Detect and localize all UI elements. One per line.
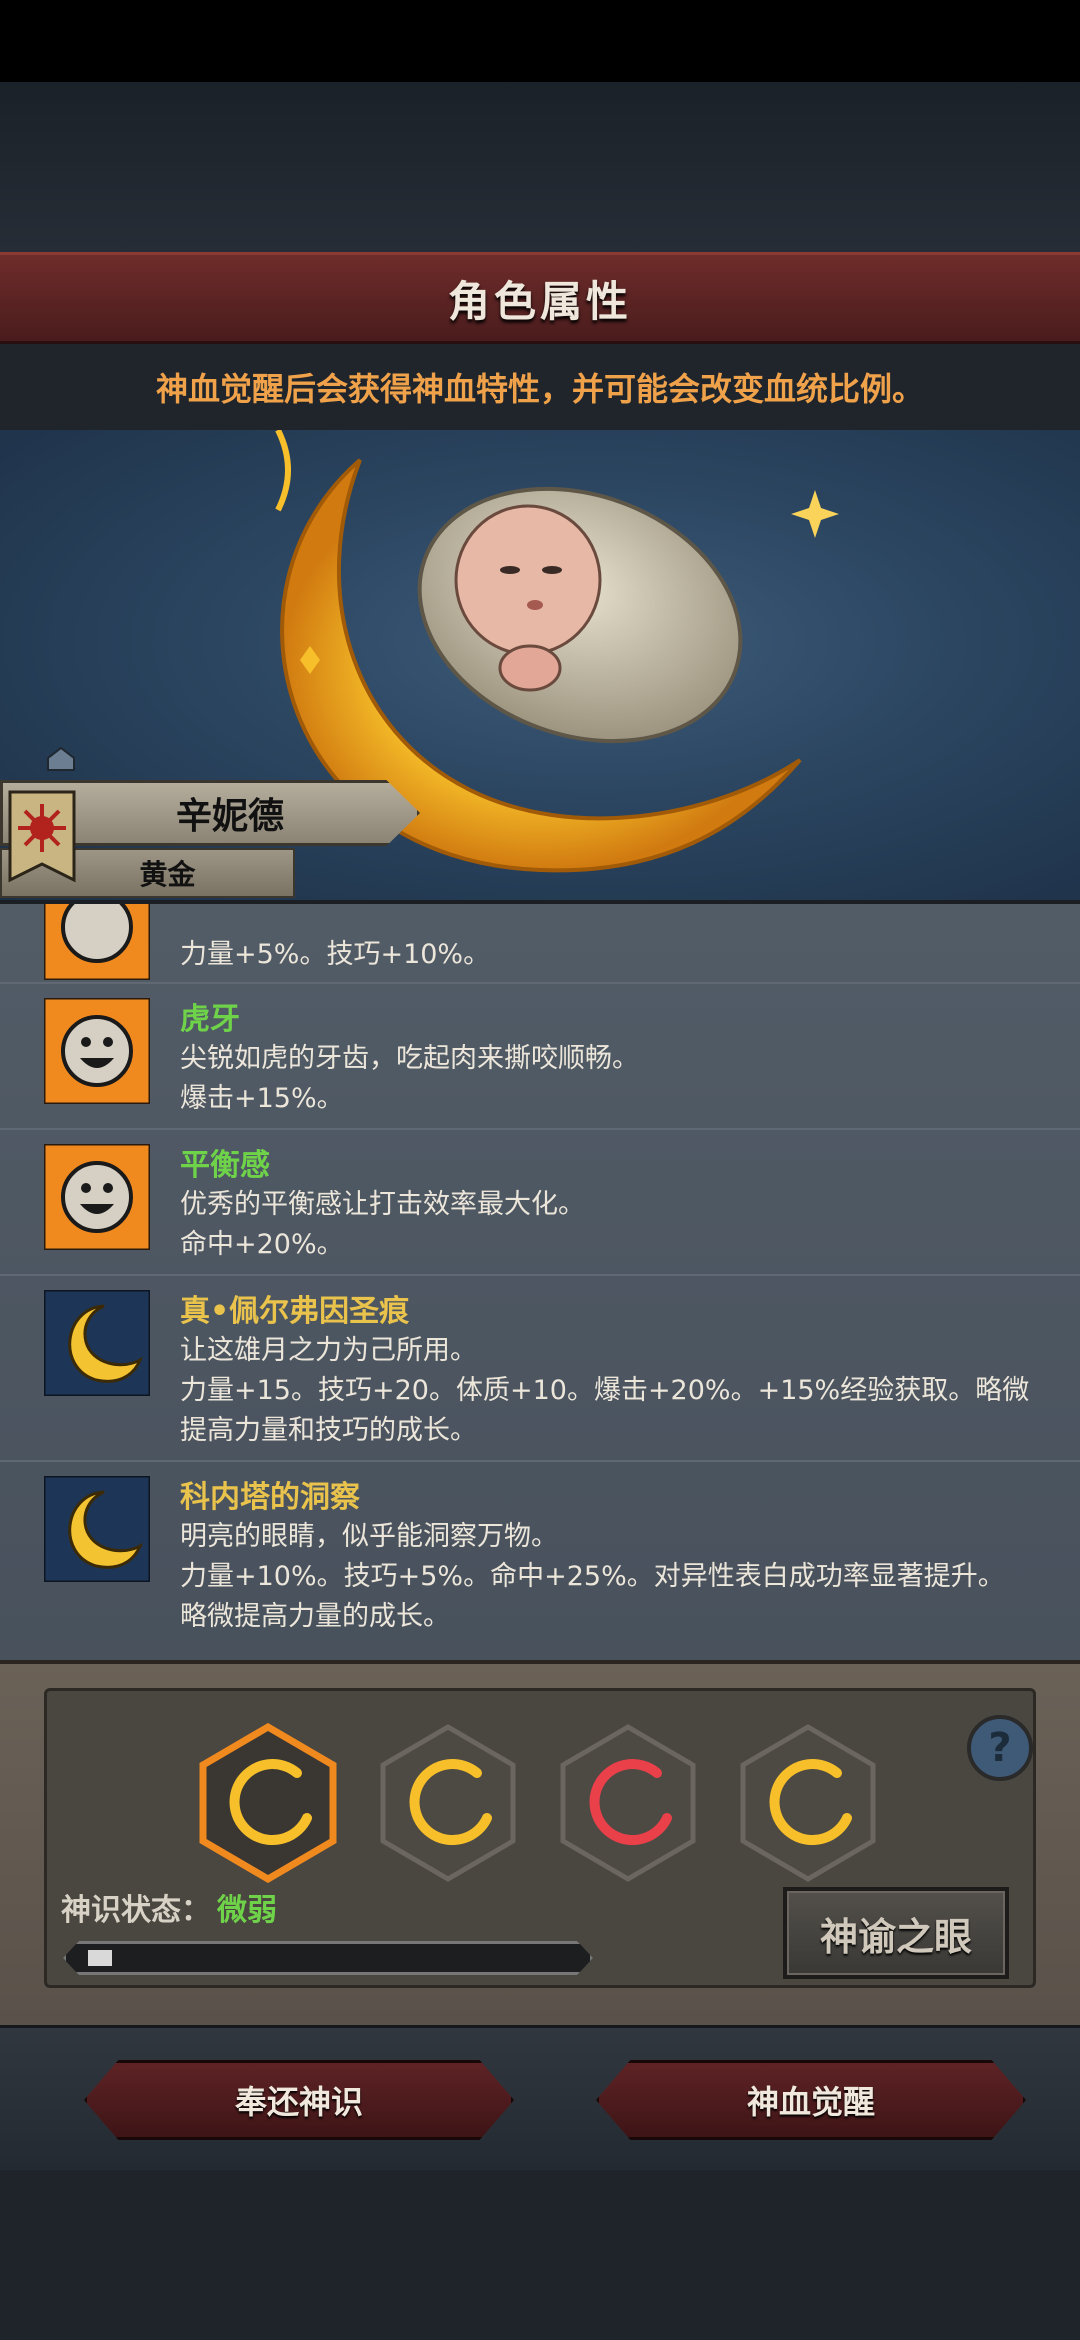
trait-name: 平衡感 <box>180 1148 270 1183</box>
blood-awaken-button[interactable]: 神血觉醒 <box>596 2060 1026 2140</box>
character-rank: 黄金 <box>139 858 196 891</box>
subtitle-bar: 神血觉醒后会获得神血特性，并可能会改变血统比例。 <box>0 344 1080 430</box>
oracle-eye-label: 神谕之眼 <box>819 1914 972 1959</box>
awaken-label: 神血觉醒 <box>746 2083 875 2121</box>
trait-line: 提高力量和技巧的成长。 <box>180 1415 477 1446</box>
moon-icon <box>44 1290 150 1396</box>
awareness-progress-bar <box>63 1941 593 1975</box>
sun-face-icon <box>44 1144 150 1250</box>
bottom-background <box>0 2170 1080 2340</box>
awakening-panel: ? 神识状态： 微弱 神谕之眼 <box>0 1660 1080 2025</box>
trait-line: 力量+10%。技巧+5%。命中+25%。对异性表白成功率显著提升。 <box>180 1561 1005 1592</box>
top-background <box>0 82 1080 252</box>
trait-line: 力量+15。技巧+20。体质+10。爆击+20%。+15%经验获取。略微 <box>180 1375 1030 1406</box>
trait-item-1[interactable]: 虎牙 尖锐如虎的牙齿，吃起肉来撕咬顺畅。 爆击+15%。 <box>0 984 1080 1130</box>
crescent-slot-3[interactable] <box>557 1723 699 1883</box>
status-bar <box>0 0 1080 82</box>
help-button[interactable]: ? <box>967 1715 1033 1781</box>
trait-line: 略微提高力量的成长。 <box>180 1601 450 1632</box>
trait-item-4[interactable]: 科内塔的洞察 明亮的眼睛，似乎能洞察万物。 力量+10%。技巧+5%。命中+25… <box>0 1462 1080 1660</box>
page-subtitle: 神血觉醒后会获得神血特性，并可能会改变血统比例。 <box>155 370 924 408</box>
trait-item-0: 力量+5%。技巧+10%。 <box>0 904 1080 984</box>
character-name: 辛妮德 <box>175 796 284 837</box>
crescent-slot-4[interactable] <box>737 1723 879 1883</box>
crescent-slot-1[interactable] <box>197 1723 339 1883</box>
status-value: 微弱 <box>217 1893 277 1928</box>
sun-banner-icon <box>8 790 76 883</box>
moon-icon <box>44 1476 150 1582</box>
footer-actions: 奉还神识 神血觉醒 <box>0 2025 1080 2170</box>
oracle-eye-button[interactable]: 神谕之眼 <box>783 1887 1009 1979</box>
return-divine-sense-button[interactable]: 奉还神识 <box>84 2060 514 2140</box>
trait-line: 优秀的平衡感让打击效率最大化。 <box>180 1189 585 1220</box>
trait-item-3[interactable]: 真•佩尔弗因圣痕 让这雄月之力为己所用。 力量+15。技巧+20。体质+10。爆… <box>0 1276 1080 1462</box>
lock-pin-icon <box>47 746 75 771</box>
trait-name: 科内塔的洞察 <box>180 1480 360 1515</box>
trait-line: 让这雄月之力为己所用。 <box>180 1335 477 1366</box>
title-banner: 角色属性 <box>0 252 1080 344</box>
trait-name: 真•佩尔弗因圣痕 <box>180 1294 410 1329</box>
trait-list[interactable]: 力量+5%。技巧+10%。 虎牙 尖锐如虎的牙齿，吃起肉来撕咬顺畅。 爆击+15… <box>0 900 1080 1660</box>
trait-name: 虎牙 <box>180 1002 240 1037</box>
sun-face-icon <box>44 998 150 1104</box>
slot-box: ? 神识状态： 微弱 神谕之眼 <box>44 1688 1036 1988</box>
trait-line: 明亮的眼睛，似乎能洞察万物。 <box>180 1521 558 1552</box>
progress-fill <box>88 1950 112 1966</box>
page-title: 角色属性 <box>447 276 632 326</box>
question-icon: ? <box>988 1725 1012 1771</box>
status-label: 神识状态： <box>61 1893 211 1928</box>
crescent-slot-2[interactable] <box>377 1723 519 1883</box>
sun-face-icon <box>44 904 150 980</box>
trait-line: 命中+20%。 <box>180 1229 344 1260</box>
return-label: 奉还神识 <box>234 2083 363 2121</box>
trait-item-2[interactable]: 平衡感 优秀的平衡感让打击效率最大化。 命中+20%。 <box>0 1130 1080 1276</box>
trait-line: 爆击+15%。 <box>180 1083 344 1114</box>
trait-line: 尖锐如虎的牙齿，吃起肉来撕咬顺畅。 <box>180 1043 639 1074</box>
trait-line: 力量+5%。技巧+10%。 <box>180 939 491 970</box>
